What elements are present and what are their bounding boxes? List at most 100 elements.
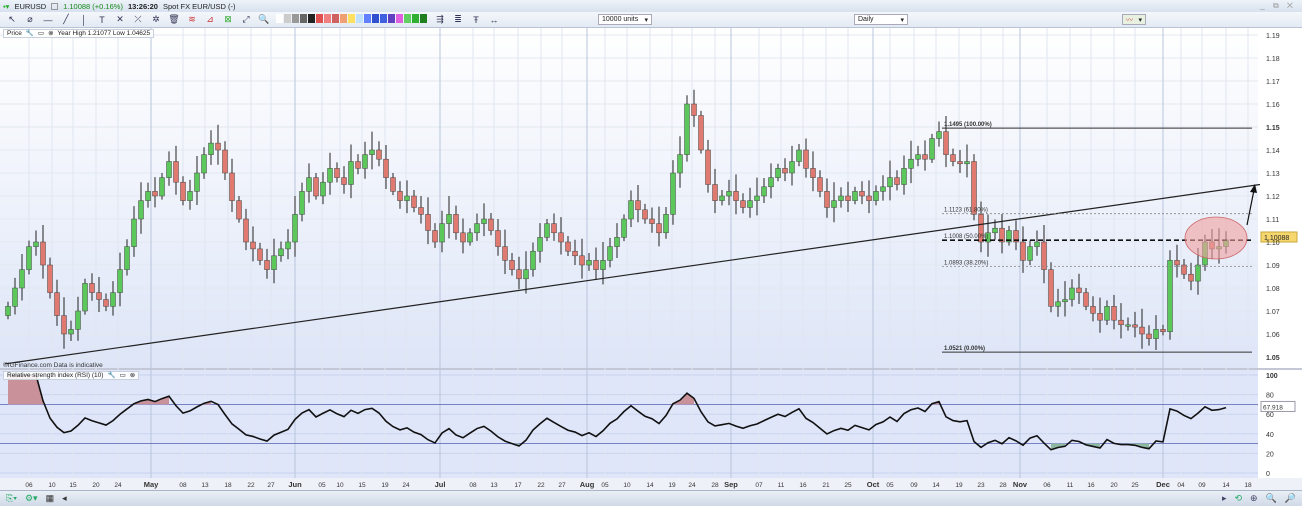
candle-down bbox=[432, 230, 438, 243]
close-pane-icon[interactable]: ⊗ bbox=[130, 371, 135, 380]
candle-up bbox=[271, 255, 277, 270]
date-tick-label: 22 bbox=[247, 482, 255, 489]
candle-up bbox=[117, 269, 123, 293]
close-pane-icon[interactable]: ⊗ bbox=[48, 29, 53, 38]
auto-scale-icon[interactable]: ⟲ bbox=[1234, 493, 1242, 504]
candle-down bbox=[236, 200, 242, 220]
year-range: Year High 1.21077 Low 1.04625 bbox=[57, 30, 151, 37]
price-tick-label: 1.10 bbox=[1266, 240, 1280, 247]
price-axis-background bbox=[1258, 28, 1302, 368]
zoom-fit-icon[interactable]: ⊕ bbox=[1250, 493, 1258, 504]
candle-down bbox=[1174, 260, 1180, 266]
highlight-ellipse bbox=[1184, 216, 1248, 260]
rsi-pane-background bbox=[0, 370, 1258, 478]
price-tick-label: 1.14 bbox=[1266, 148, 1280, 155]
candle-up bbox=[138, 200, 144, 220]
candle-up bbox=[33, 241, 39, 247]
date-tick-label: 05 bbox=[886, 482, 894, 489]
candle-down bbox=[950, 154, 956, 162]
grid-icon[interactable]: ▦ bbox=[46, 493, 55, 504]
candle-down bbox=[509, 260, 515, 270]
date-tick-label: Oct bbox=[867, 480, 880, 489]
indicators-icon[interactable]: ⚙▾ bbox=[25, 493, 38, 504]
price-tick-label: 1.18 bbox=[1266, 56, 1280, 63]
candle-up bbox=[670, 172, 676, 215]
candle-down bbox=[705, 149, 711, 185]
candle-up bbox=[586, 260, 592, 266]
candle-up bbox=[278, 248, 284, 257]
candle-down bbox=[495, 230, 501, 247]
candle-down bbox=[89, 283, 95, 293]
candle-up bbox=[348, 161, 354, 185]
candle-down bbox=[1146, 333, 1152, 339]
candle-down bbox=[656, 223, 662, 234]
candle-down bbox=[733, 191, 739, 201]
candle-up bbox=[1195, 264, 1201, 282]
candle-down bbox=[376, 149, 382, 160]
candle-up bbox=[754, 195, 760, 201]
price-tick-label: 1.15 bbox=[1266, 125, 1280, 132]
candle-up bbox=[852, 191, 858, 201]
candle-up bbox=[775, 168, 781, 178]
candle-down bbox=[222, 149, 228, 174]
chart-canvas[interactable]: 1.1495 (100.00%) 1.1123 (61.80%) 1.1008 (5… bbox=[0, 0, 1302, 506]
date-tick-label: 21 bbox=[822, 482, 830, 489]
candle-down bbox=[1132, 324, 1138, 328]
maximize-icon[interactable]: ▭ bbox=[38, 29, 44, 38]
candle-up bbox=[628, 200, 634, 220]
candle-up bbox=[796, 149, 802, 162]
price-tick-label: 1.06 bbox=[1266, 332, 1280, 339]
candle-down bbox=[54, 292, 60, 316]
candle-down bbox=[698, 115, 704, 151]
date-tick-label: 14 bbox=[646, 482, 654, 489]
zoom-in-icon[interactable]: 🔎 bbox=[1285, 493, 1296, 504]
rsi-tick-label: 100 bbox=[1266, 373, 1278, 380]
date-tick-label: Jul bbox=[435, 480, 446, 489]
watermark: ©IGFinance.com Data is indicative bbox=[3, 362, 103, 369]
candle-down bbox=[1139, 326, 1145, 335]
candle-down bbox=[313, 177, 319, 197]
zoom-out-icon[interactable]: 🔍 bbox=[1266, 493, 1277, 504]
wrench-icon[interactable]: 🔧 bbox=[26, 29, 34, 38]
date-tick-label: Dec bbox=[1156, 480, 1170, 489]
candle-up bbox=[537, 237, 543, 252]
date-tick-label: 13 bbox=[490, 482, 498, 489]
candle-up bbox=[768, 177, 774, 188]
price-tick-label: 1.08 bbox=[1266, 286, 1280, 293]
candle-up bbox=[467, 232, 473, 243]
candle-down bbox=[1188, 273, 1194, 282]
candle-down bbox=[572, 250, 578, 257]
scroll-left-button[interactable]: ◂ bbox=[62, 493, 67, 504]
candle-down bbox=[1090, 306, 1096, 314]
wrench-icon[interactable]: 🔧 bbox=[107, 371, 115, 380]
candle-down bbox=[782, 168, 788, 174]
date-tick-label: 16 bbox=[799, 482, 807, 489]
candle-up bbox=[201, 154, 207, 174]
candle-down bbox=[817, 177, 823, 192]
candle-down bbox=[824, 191, 830, 208]
candle-up bbox=[12, 287, 18, 307]
candle-down bbox=[1097, 313, 1103, 321]
maximize-icon[interactable]: ▭ bbox=[120, 371, 126, 380]
date-tick-label: 19 bbox=[955, 482, 963, 489]
candle-down bbox=[1083, 292, 1089, 307]
candle-up bbox=[75, 310, 81, 330]
candle-up bbox=[887, 177, 893, 188]
candle-up bbox=[621, 218, 627, 238]
add-indicator-icon[interactable]: ⎘▾ bbox=[6, 493, 17, 504]
candle-up bbox=[1034, 241, 1040, 247]
candle-down bbox=[642, 209, 648, 220]
scroll-right-button[interactable]: ▸ bbox=[1222, 493, 1227, 504]
candle-up bbox=[306, 177, 312, 192]
candle-down bbox=[894, 177, 900, 185]
date-tick-label: May bbox=[144, 480, 159, 489]
candle-down bbox=[341, 177, 347, 185]
rsi-axis-background bbox=[1258, 370, 1302, 478]
candle-down bbox=[1118, 319, 1124, 326]
price-tick-label: 1.09 bbox=[1266, 263, 1280, 270]
candle-up bbox=[901, 168, 907, 185]
fibonacci-level-label: 1.1123 (61.80%) bbox=[944, 208, 988, 214]
date-tick-label: 06 bbox=[1043, 482, 1051, 489]
candle-up bbox=[166, 161, 172, 178]
date-tick-label: 16 bbox=[1087, 482, 1095, 489]
